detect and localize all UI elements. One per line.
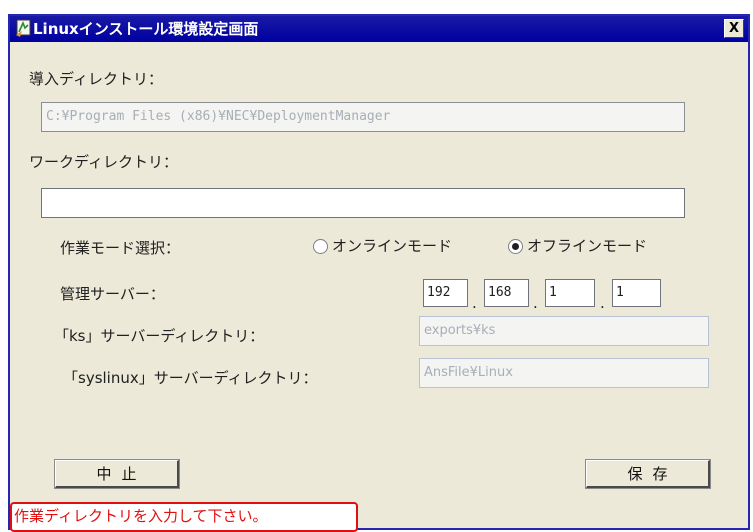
radio-unchecked-icon[interactable] [313, 239, 328, 254]
linux-setup-icon [16, 19, 32, 37]
ip-octet-2[interactable]: 168 [484, 279, 529, 307]
status-message: 作業ディレクトリを入力して下さい。 [10, 502, 358, 532]
ip-separator: . [600, 294, 605, 312]
title-bar[interactable]: Linuxインストール環境設定画面 X [10, 16, 748, 42]
ip-separator: . [472, 294, 477, 312]
ks-dir-label: 「ks」サーバーディレクトリ： [54, 327, 265, 345]
cancel-button[interactable]: 中止 [54, 459, 180, 489]
mode-label: 作業モード選択： [60, 239, 181, 257]
install-dir-field: C:¥Program Files (x86)¥NEC¥DeploymentMan… [41, 102, 685, 132]
close-button[interactable]: X [724, 19, 744, 38]
work-dir-input[interactable] [41, 188, 685, 218]
online-mode-label[interactable]: オンラインモード [332, 236, 452, 256]
setup-dialog: Linuxインストール環境設定画面 X 導入ディレクトリ： C:¥Program… [8, 14, 750, 532]
install-dir-label: 導入ディレクトリ： [29, 70, 163, 88]
syslinux-dir-label: 「syslinux」サーバーディレクトリ： [63, 369, 318, 387]
ip-octet-1[interactable]: 192 [423, 279, 468, 307]
window-title: Linuxインストール環境設定画面 [33, 20, 259, 38]
ip-separator: . [533, 294, 538, 312]
syslinux-dir-field: AnsFile¥Linux [419, 358, 709, 388]
save-button[interactable]: 保存 [585, 459, 711, 489]
work-dir-label: ワークディレクトリ： [29, 153, 178, 171]
ip-octet-4[interactable]: 1 [612, 279, 661, 307]
ks-dir-field: exports¥ks [419, 316, 709, 346]
radio-checked-icon[interactable] [508, 239, 523, 254]
ip-octet-3[interactable]: 1 [545, 279, 595, 307]
server-label: 管理サーバー： [60, 285, 165, 303]
offline-mode-label[interactable]: オフラインモード [527, 236, 647, 256]
